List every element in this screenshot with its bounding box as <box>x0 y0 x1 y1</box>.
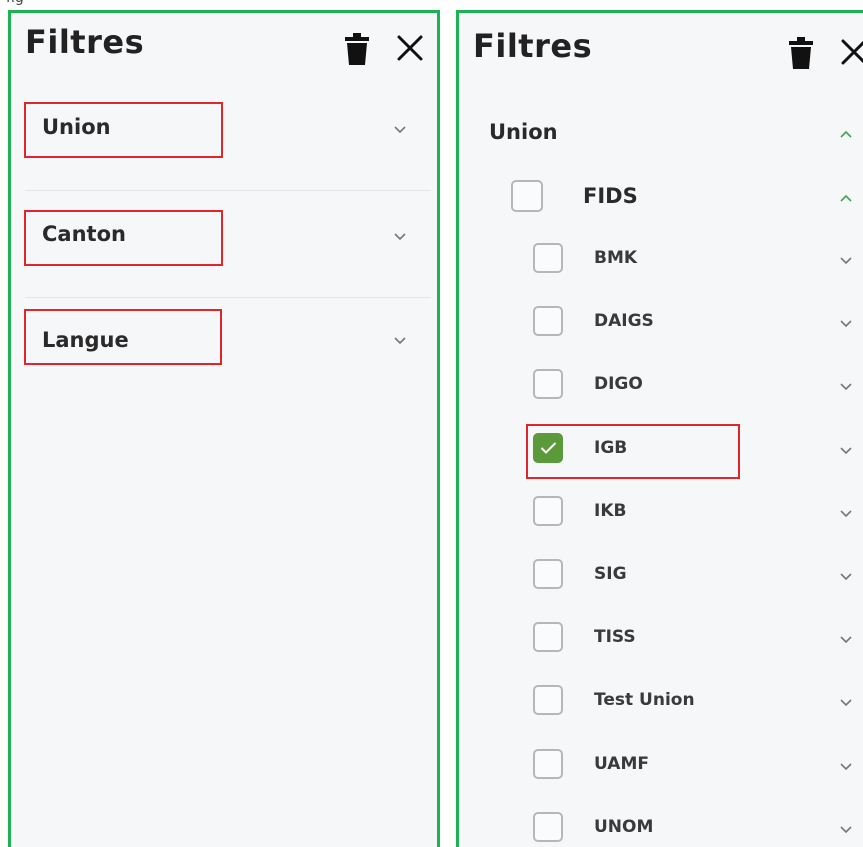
checkbox[interactable] <box>533 306 563 336</box>
list-item[interactable]: DIGO <box>459 367 863 407</box>
fids-checkbox[interactable] <box>511 180 543 212</box>
section-label-union: Union <box>42 115 111 139</box>
chevron-down-icon[interactable] <box>839 509 853 519</box>
filter-section-union[interactable]: Union <box>11 101 437 161</box>
chevron-down-icon[interactable] <box>393 336 407 346</box>
list-item[interactable]: DAIGS <box>459 304 863 344</box>
filters-panel-expanded: Filtres Union FIDS BMK DAIGS DIGO IGB IKB SIG… <box>456 10 863 847</box>
chevron-up-icon[interactable] <box>839 193 853 203</box>
top-cutoff-text: fig <box>0 0 90 8</box>
list-item[interactable]: BMK <box>459 241 863 281</box>
item-label: UAMF <box>594 754 649 774</box>
chevron-down-icon[interactable] <box>839 762 853 772</box>
list-item[interactable]: Test Union <box>459 683 863 723</box>
section-label-union: Union <box>489 120 558 144</box>
panel-title: Filtres <box>473 27 593 65</box>
divider <box>25 297 431 298</box>
checkbox[interactable] <box>533 749 563 779</box>
chevron-down-icon[interactable] <box>839 319 853 329</box>
chevron-down-icon[interactable] <box>839 635 853 645</box>
chevron-down-icon[interactable] <box>393 125 407 135</box>
filter-section-langue[interactable]: Langue <box>11 308 437 368</box>
chevron-down-icon[interactable] <box>839 382 853 392</box>
list-item[interactable]: IKB <box>459 494 863 534</box>
chevron-down-icon[interactable] <box>839 446 853 456</box>
group-fids[interactable]: FIDS <box>459 177 863 217</box>
checkbox[interactable] <box>533 622 563 652</box>
checkbox[interactable] <box>533 496 563 526</box>
chevron-up-icon[interactable] <box>839 129 853 139</box>
filter-section-canton[interactable]: Canton <box>11 210 437 270</box>
chevron-down-icon[interactable] <box>839 256 853 266</box>
checkbox[interactable] <box>533 559 563 589</box>
checkbox[interactable] <box>533 369 563 399</box>
chevron-down-icon[interactable] <box>839 572 853 582</box>
item-label: SIG <box>594 564 627 584</box>
item-label: DAIGS <box>594 311 654 331</box>
trash-icon[interactable] <box>343 31 371 67</box>
item-label: UNOM <box>594 817 654 837</box>
checkbox[interactable] <box>533 812 563 842</box>
checkbox[interactable] <box>533 685 563 715</box>
list-item[interactable]: SIG <box>459 557 863 597</box>
panel-title: Filtres <box>25 23 145 61</box>
chevron-down-icon[interactable] <box>839 825 853 835</box>
list-item[interactable]: UNOM <box>459 810 863 847</box>
filters-panel-collapsed: Filtres Union Canton Langue <box>8 10 440 847</box>
item-label: DIGO <box>594 374 643 394</box>
section-label-canton: Canton <box>42 222 126 246</box>
item-label: TISS <box>594 627 636 647</box>
divider <box>25 190 431 191</box>
trash-icon[interactable] <box>787 35 815 71</box>
list-item[interactable]: UAMF <box>459 747 863 787</box>
checkbox[interactable] <box>533 243 563 273</box>
filter-section-union[interactable]: Union <box>459 113 863 153</box>
item-label: BMK <box>594 248 638 268</box>
close-icon[interactable] <box>395 33 425 63</box>
highlight-box <box>526 424 740 479</box>
section-label-langue: Langue <box>42 328 129 352</box>
chevron-down-icon[interactable] <box>839 698 853 708</box>
close-icon[interactable] <box>839 37 863 67</box>
item-label: Test Union <box>594 690 695 710</box>
item-label: IKB <box>594 501 627 521</box>
list-item[interactable]: TISS <box>459 620 863 660</box>
group-label-fids: FIDS <box>583 184 638 208</box>
chevron-down-icon[interactable] <box>393 232 407 242</box>
